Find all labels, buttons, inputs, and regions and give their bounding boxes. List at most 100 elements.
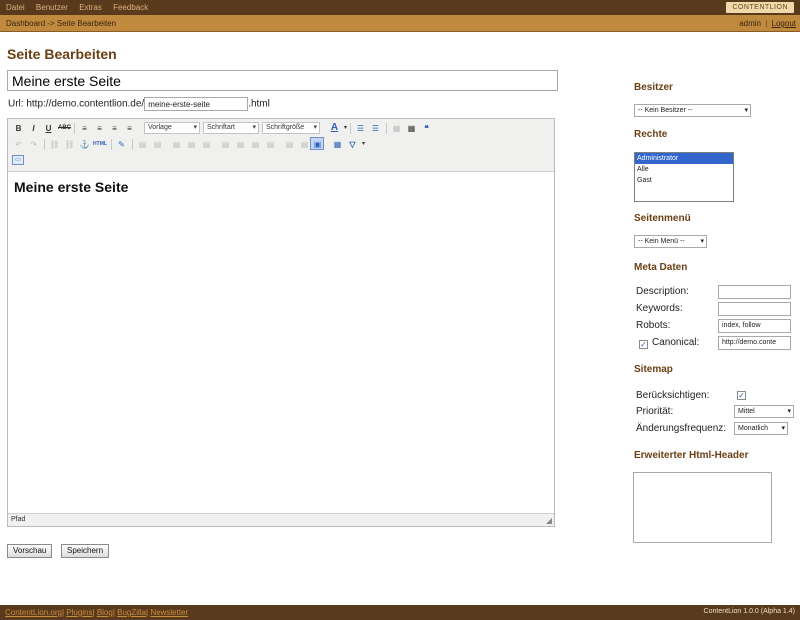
strikethrough-button[interactable]: ABC bbox=[58, 123, 71, 134]
bullet-list-icon[interactable]: ☰ bbox=[355, 123, 366, 134]
rights-option-alle[interactable]: Alle bbox=[635, 164, 733, 175]
edit-icon[interactable]: ✎ bbox=[116, 139, 127, 150]
editor-heading: Meine erste Seite bbox=[14, 179, 129, 195]
table-cleanup-icon[interactable]: ▤ bbox=[299, 139, 310, 150]
row-props-icon[interactable]: ▤ bbox=[171, 139, 182, 150]
table-properties-icon[interactable]: ▤ bbox=[152, 139, 163, 150]
editor-content-area[interactable]: Meine erste Seite bbox=[8, 171, 554, 513]
keywords-input[interactable] bbox=[718, 302, 791, 316]
breadcrumb-bar: Dashboard -> Seite Bearbeiten admin | Lo… bbox=[0, 15, 800, 32]
filter-icon[interactable]: ▽ bbox=[347, 139, 358, 150]
footer-link-bugzilla[interactable]: BugZilla bbox=[117, 608, 146, 617]
font-family-select[interactable]: Schriftart bbox=[203, 122, 259, 134]
username: admin bbox=[739, 19, 761, 28]
description-input[interactable] bbox=[718, 285, 791, 299]
page-title-input[interactable] bbox=[7, 70, 558, 91]
menu-datei[interactable]: Datei bbox=[6, 3, 25, 12]
canonical-checkbox[interactable]: ✓ bbox=[639, 340, 648, 349]
menu-extras[interactable]: Extras bbox=[79, 3, 102, 12]
cell-props-icon[interactable]: ▤ bbox=[186, 139, 197, 150]
rights-option-administrator[interactable]: Administrator bbox=[635, 153, 733, 164]
resize-grip-icon[interactable]: ◢ bbox=[546, 516, 552, 525]
menu-select[interactable]: -- Kein Menü -- ▾ bbox=[634, 235, 707, 248]
rights-heading: Rechte bbox=[634, 129, 668, 140]
font-size-select[interactable]: Schriftgröße bbox=[262, 122, 320, 134]
footer-link-newsletter[interactable]: Newsletter bbox=[150, 608, 188, 617]
undo-icon[interactable]: ↶ bbox=[13, 139, 24, 150]
user-separator: | bbox=[765, 19, 768, 28]
footer-bar: ContentLion.org| Plugins| Blog| BugZilla… bbox=[0, 605, 800, 620]
top-menu-bar: Datei Benutzer Extras Feedback CONTENTLI… bbox=[0, 0, 800, 15]
align-center-icon[interactable]: ≡ bbox=[94, 123, 105, 134]
outdent-icon[interactable]: ▦ bbox=[391, 123, 402, 134]
save-button[interactable]: Speichern bbox=[61, 544, 110, 558]
menu-benutzer[interactable]: Benutzer bbox=[36, 3, 68, 12]
main-menu: Datei Benutzer Extras Feedback bbox=[6, 3, 157, 12]
link-icon[interactable]: ⛓ bbox=[49, 139, 60, 150]
url-row: Url: http://demo.contentlion.de/meine-er… bbox=[8, 97, 270, 111]
table-icon[interactable]: ▤ bbox=[137, 139, 148, 150]
text-color-icon[interactable]: A bbox=[329, 122, 340, 133]
page-title: Seite Bearbeiten bbox=[7, 46, 117, 62]
italic-button[interactable]: I bbox=[28, 123, 39, 134]
toolbar-divider bbox=[111, 139, 112, 150]
url-slug-input[interactable]: meine-erste-seite bbox=[144, 97, 249, 111]
indent-icon[interactable]: ▦ bbox=[406, 123, 417, 134]
image-icon[interactable]: ▦ bbox=[332, 139, 343, 150]
menu-feedback[interactable]: Feedback bbox=[113, 3, 148, 12]
version-label: ContentLion 1.0.0 (Alpha 1.4) bbox=[703, 608, 795, 615]
menu-heading: Seitenmenü bbox=[634, 213, 691, 224]
owner-select[interactable]: -- Kein Besitzer -- ▾ bbox=[634, 104, 751, 117]
insert-row-icon[interactable]: ▤ bbox=[201, 139, 212, 150]
fullscreen-icon[interactable]: ▭ bbox=[12, 155, 24, 165]
app-window: Datei Benutzer Extras Feedback CONTENTLI… bbox=[0, 0, 800, 620]
split-cells-icon[interactable]: ▤ bbox=[265, 139, 276, 150]
consider-checkbox[interactable]: ✓ bbox=[737, 391, 746, 400]
filter-dropdown-icon[interactable]: ▾ bbox=[358, 139, 369, 150]
priority-select[interactable]: Mittel ▾ bbox=[734, 405, 794, 418]
robots-label: Robots: bbox=[636, 320, 671, 331]
robots-input[interactable]: index, follow bbox=[718, 319, 791, 333]
chevron-down-icon: ▾ bbox=[787, 408, 791, 415]
editor-statusbar: Pfad ◢ bbox=[8, 513, 554, 526]
frequency-select-value: Monatlich bbox=[738, 425, 768, 432]
keywords-label: Keywords: bbox=[636, 303, 683, 314]
toolbar-divider bbox=[386, 123, 387, 134]
insert-col-icon[interactable]: ▤ bbox=[235, 139, 246, 150]
canonical-input[interactable]: http://demo.conte bbox=[718, 336, 791, 350]
html-header-heading: Erweiterter Html-Header bbox=[634, 450, 749, 461]
sitemap-heading: Sitemap bbox=[634, 364, 673, 375]
preview-button[interactable]: Vorschau bbox=[7, 544, 53, 558]
numbered-list-icon[interactable]: ☰ bbox=[370, 123, 381, 134]
menu-select-value: -- Kein Menü -- bbox=[638, 238, 685, 245]
frequency-select[interactable]: Monatlich ▾ bbox=[734, 422, 788, 435]
unlink-icon[interactable]: ⛓ bbox=[64, 139, 75, 150]
align-justify-icon[interactable]: ≡ bbox=[124, 123, 135, 134]
rights-listbox[interactable]: Administrator Alle Gast bbox=[634, 152, 734, 202]
editor-path: Pfad bbox=[11, 516, 26, 523]
priority-select-value: Mittel bbox=[738, 408, 755, 415]
footer-link-contentlion[interactable]: ContentLion.org bbox=[5, 608, 62, 617]
priority-label: Priorität: bbox=[636, 406, 674, 417]
bold-button[interactable]: B bbox=[13, 123, 24, 134]
delete-row-icon[interactable]: ▤ bbox=[220, 139, 231, 150]
footer-link-plugins[interactable]: Plugins bbox=[66, 608, 92, 617]
breadcrumb[interactable]: Dashboard -> Seite Bearbeiten bbox=[6, 19, 116, 28]
html-source-icon[interactable]: HTML bbox=[93, 139, 107, 150]
logout-link[interactable]: Logout bbox=[772, 19, 796, 28]
align-right-icon[interactable]: ≡ bbox=[109, 123, 120, 134]
blockquote-icon[interactable]: ❝ bbox=[421, 123, 432, 134]
delete-col-icon[interactable]: ▤ bbox=[250, 139, 261, 150]
underline-button[interactable]: U bbox=[43, 123, 54, 134]
html-header-textarea[interactable] bbox=[633, 472, 772, 543]
align-left-icon[interactable]: ≡ bbox=[79, 123, 90, 134]
chevron-down-icon: ▾ bbox=[781, 425, 785, 432]
redo-icon[interactable]: ↷ bbox=[28, 139, 39, 150]
chevron-down-icon: ▾ bbox=[700, 238, 704, 245]
toolbar-divider bbox=[44, 139, 45, 150]
format-select[interactable]: Vorlage bbox=[144, 122, 200, 134]
rights-option-gast[interactable]: Gast bbox=[635, 175, 733, 186]
merge-cells-icon[interactable]: ▤ bbox=[284, 139, 295, 150]
footer-link-blog[interactable]: Blog bbox=[97, 608, 113, 617]
anchor-icon[interactable]: ⚓ bbox=[79, 139, 90, 150]
